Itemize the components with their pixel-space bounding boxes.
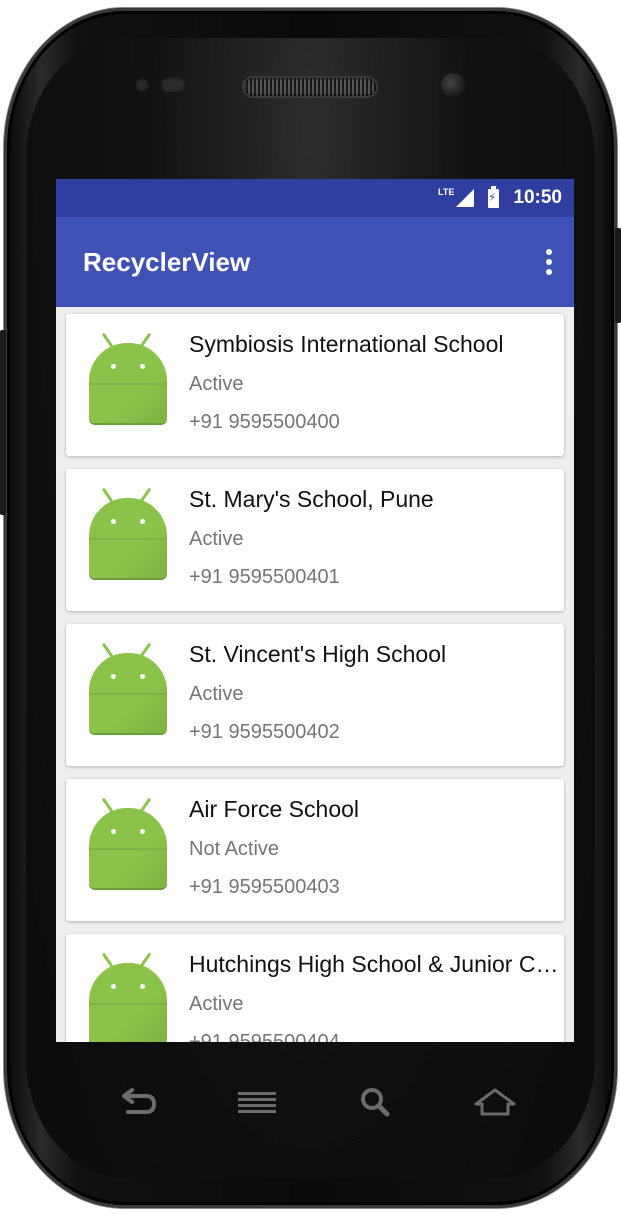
signal-icon: [456, 189, 475, 207]
school-name: Air Force School: [189, 796, 360, 822]
android-icon: [86, 948, 176, 1042]
list-item[interactable]: St. Vincent's High School Active +91 959…: [66, 624, 564, 766]
android-icon: [86, 793, 176, 903]
list-item[interactable]: St. Mary's School, Pune Active +91 95955…: [66, 469, 564, 611]
menu-icon[interactable]: [232, 1082, 282, 1122]
school-status: Active: [189, 373, 244, 395]
school-status: Active: [189, 528, 244, 550]
school-name: Symbiosis International School: [189, 331, 504, 357]
app-title: RecyclerView: [83, 246, 251, 277]
volume-button: [0, 330, 6, 515]
school-list[interactable]: Symbiosis International School Active +9…: [56, 307, 574, 1042]
school-phone: +91 9595500403: [189, 876, 340, 898]
list-item[interactable]: Air Force School Not Active +91 95955004…: [66, 779, 564, 921]
school-name: Hutchings High School & Junior College: [189, 951, 564, 977]
app-bar: RecyclerView: [56, 217, 574, 307]
list-item[interactable]: Hutchings High School & Junior College A…: [66, 934, 564, 1042]
school-phone: +91 9595500401: [189, 566, 340, 588]
overflow-menu-icon[interactable]: [540, 245, 558, 279]
back-icon[interactable]: [112, 1082, 162, 1122]
school-status: Not Active: [189, 838, 280, 860]
power-button: [615, 228, 621, 323]
school-phone: +91 9595500400: [189, 411, 340, 433]
device-screen: LTE 10:50 RecyclerView Symbiosis Interna…: [56, 179, 574, 1042]
school-phone: +91 9595500402: [189, 721, 340, 743]
android-icon: [86, 638, 176, 748]
light-sensor: [160, 77, 186, 93]
school-name: St. Mary's School, Pune: [189, 486, 434, 512]
school-status: Active: [189, 993, 244, 1015]
front-camera: [441, 73, 465, 97]
status-bar: LTE 10:50: [56, 179, 574, 217]
school-status: Active: [189, 683, 244, 705]
battery-charging-icon: [488, 185, 500, 208]
status-time: 10:50: [513, 187, 562, 208]
android-icon: [86, 328, 176, 438]
home-icon[interactable]: [470, 1082, 520, 1122]
proximity-sensor: [135, 78, 149, 92]
earpiece-speaker: [244, 78, 376, 96]
search-icon[interactable]: [352, 1082, 402, 1122]
list-item[interactable]: Symbiosis International School Active +9…: [66, 314, 564, 456]
school-name: St. Vincent's High School: [189, 641, 447, 667]
lte-indicator: LTE: [438, 187, 455, 197]
school-phone: +91 9595500404: [189, 1031, 340, 1042]
android-icon: [86, 483, 176, 593]
